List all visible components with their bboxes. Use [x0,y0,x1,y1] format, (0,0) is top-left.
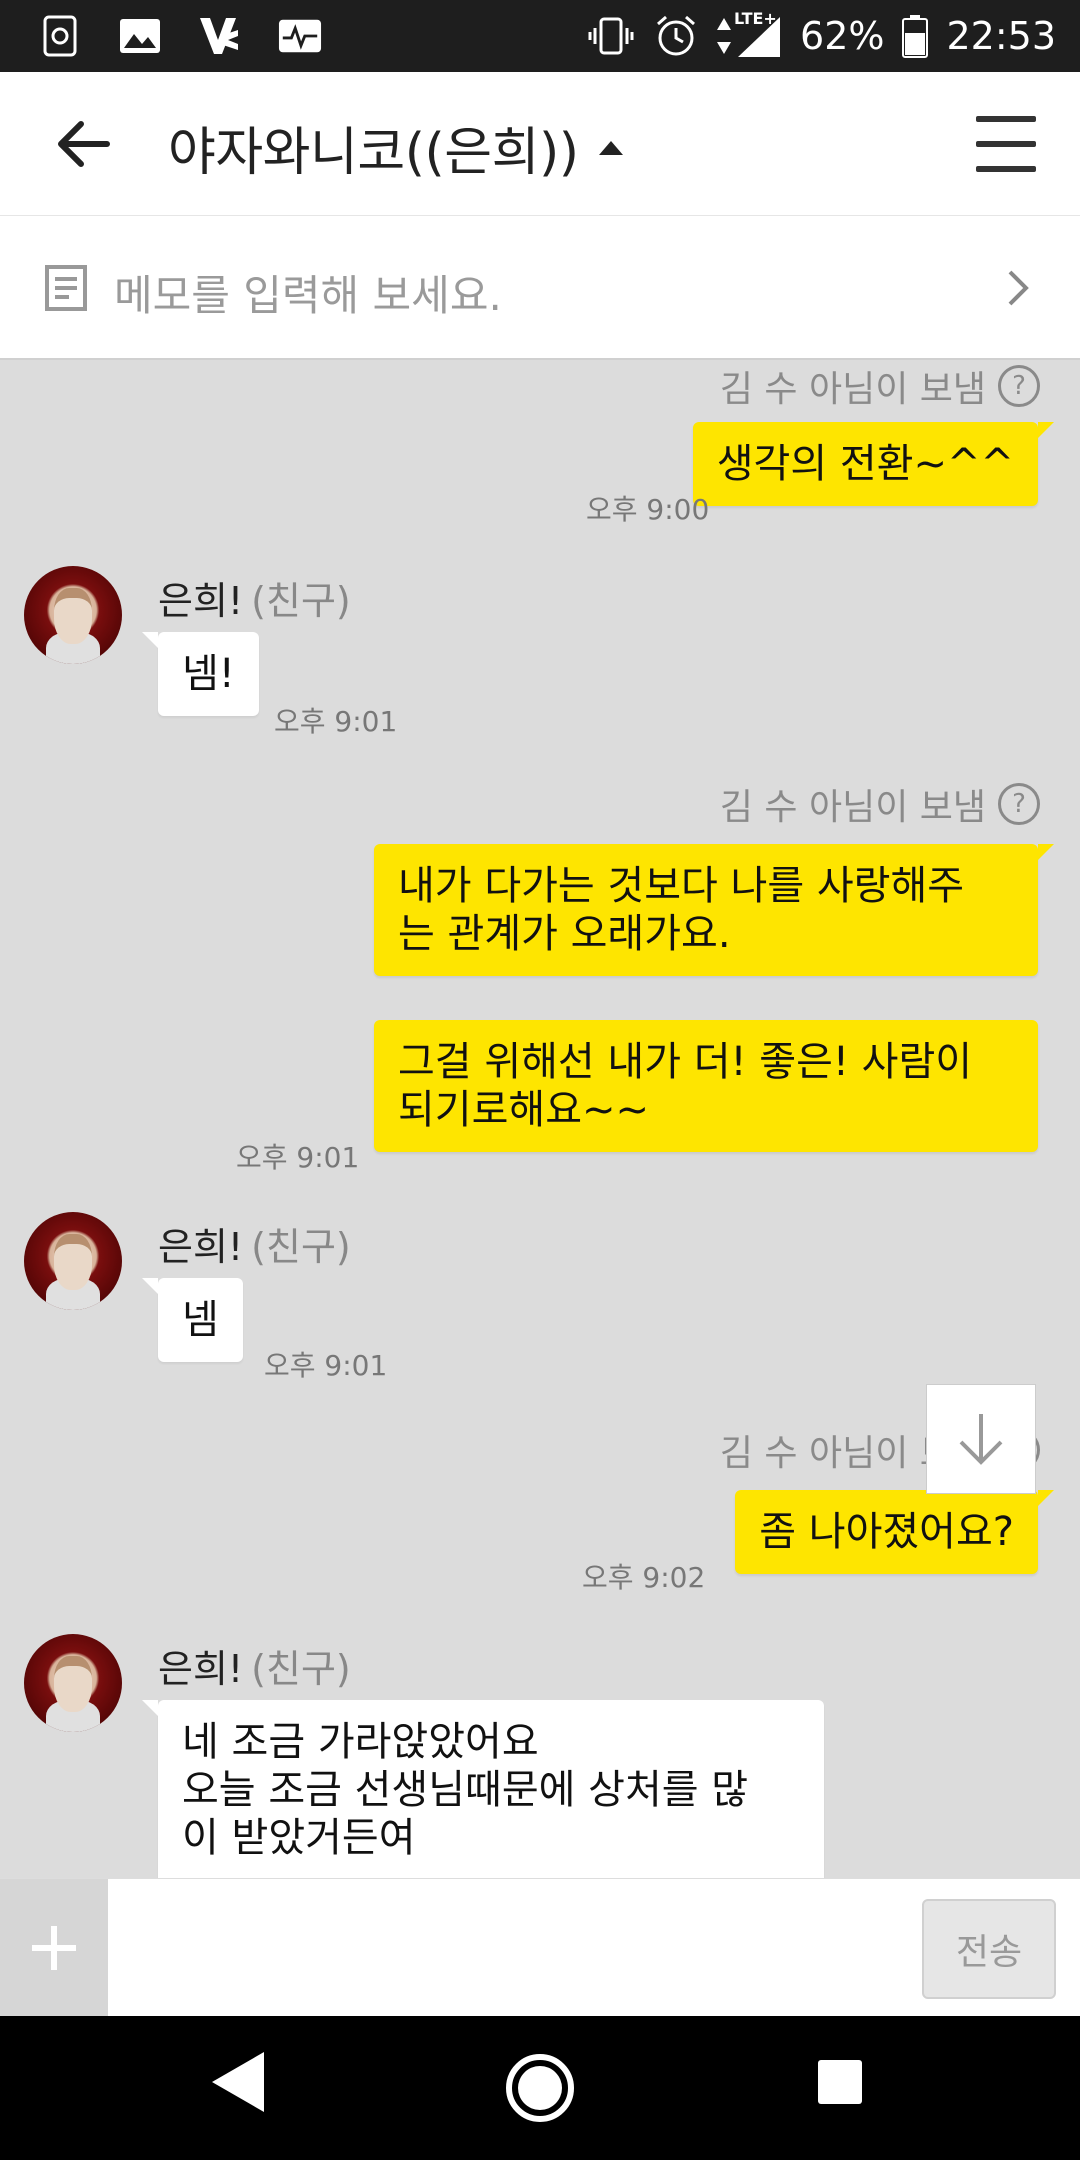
nav-home-icon[interactable] [506,2054,574,2122]
sender-name: 은희! (친구) [158,1647,351,1691]
attach-plus-button[interactable] [0,1879,108,2017]
bubble-tail [142,632,158,648]
message-input-bar: 전송 [0,1878,1080,2017]
arrow-down-icon [959,1414,1003,1465]
status-left-icons [38,14,322,58]
my-message-bubble[interactable]: 좀 나아졌어요? [735,1490,1038,1574]
nav-recents-icon[interactable] [818,2060,862,2104]
sender-name: 은희! (친구) [158,1225,351,1269]
message-time: 오후 9:00 [586,493,710,526]
memo-placeholder: 메모를 입력해 보세요. [114,271,502,320]
message-time: 오후 9:01 [274,705,398,738]
memo-icon [45,265,87,311]
battery-icon [902,15,929,58]
my-message-bubble[interactable]: 생각의 전환~^^ [692,422,1038,506]
message-time: 오후 9:02 [582,1561,706,1594]
v-app-icon [198,14,242,58]
battery-percent: 62% [800,14,885,58]
sent-by-note: 김 수 아님이 보냄 ? [720,778,1040,830]
avatar[interactable] [24,566,122,664]
bubble-tail [1038,844,1054,860]
their-message-bubble[interactable]: 넴 [158,1278,243,1362]
their-message-bubble[interactable]: 넴! [158,632,259,716]
nav-back-icon[interactable] [212,2052,264,2112]
gallery-icon [118,14,162,58]
clock: 22:53 [946,14,1056,58]
bubble-tail [142,1700,158,1716]
hamburger-menu-icon[interactable] [976,116,1036,172]
alarm-icon [657,15,696,56]
status-right: LTE+ 62% 22:53 [586,8,1056,64]
chat-title-dropdown[interactable]: 야자와니코((은희)) [168,110,623,185]
message-input[interactable] [124,1903,914,1993]
avatar[interactable] [24,1212,122,1310]
caret-up-icon [598,140,623,155]
bubble-tail [142,1278,158,1294]
help-icon[interactable]: ? [998,365,1040,407]
status-bar: LTE+ 62% 22:53 [0,0,1080,72]
chat-header: 야자와니코((은희)) [0,72,1080,216]
bubble-tail [1038,422,1054,438]
my-message-bubble[interactable]: 그걸 위해선 내가 더! 좋은! 사람이 되기로해요~~ [374,1020,1038,1152]
bubble-tail [1038,1490,1054,1506]
system-nav-bar [0,2016,1080,2160]
scroll-to-bottom-button[interactable] [926,1384,1036,1494]
back-arrow-icon [58,121,110,167]
data-arrows-icon [717,18,732,54]
my-message-bubble[interactable]: 내가 다가는 것보다 나를 사랑해주 는 관계가 오래가요. [374,844,1038,976]
plus-icon [32,1926,76,1970]
activity-icon [278,14,322,58]
sent-by-note: 김 수 아님이 보냄 ? [720,360,1040,412]
screen-capture-icon [38,14,82,58]
send-button[interactable]: 전송 [922,1899,1056,1999]
message-time: 오후 9:01 [264,1349,388,1382]
signal-icon [738,17,781,57]
chevron-right-icon [1008,270,1029,306]
vibrate-icon [588,17,634,55]
network-indicator: LTE+ [716,9,782,59]
help-icon[interactable]: ? [998,783,1040,825]
avatar[interactable] [24,1634,122,1732]
back-button[interactable] [52,112,116,176]
message-time: 오후 9:01 [236,1141,360,1174]
chat-area[interactable]: 김 수 아님이 보냄 ? 생각의 전환~^^ 오후 9:00 은희! (친구) 넴… [0,360,1080,1878]
chat-title: 야자와니코((은희)) [168,123,579,183]
memo-bar[interactable]: 메모를 입력해 보세요. [0,216,1080,360]
their-message-bubble[interactable]: 네 조금 가라앉았어요 오늘 조금 선생님때문에 상처를 많 이 받았거든여 [158,1700,824,1878]
sender-name: 은희! (친구) [158,579,351,623]
